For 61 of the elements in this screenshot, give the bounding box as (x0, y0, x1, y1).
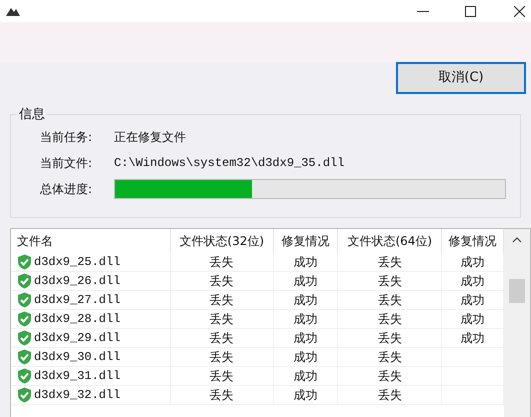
scrollbar[interactable] (504, 229, 530, 417)
file-name: d3dx9_26.dll (34, 273, 120, 290)
column-header[interactable]: 文件名 (11, 229, 170, 253)
status-text: 丢失 (378, 255, 402, 269)
file-name: d3dx9_27.dll (34, 292, 120, 309)
file-name: d3dx9_29.dll (34, 330, 120, 347)
status-text: 丢失 (378, 388, 402, 402)
scroll-thumb[interactable] (509, 279, 526, 303)
status-text: 丢失 (210, 331, 234, 345)
status-text: 丢失 (210, 293, 234, 307)
shield-check-icon (17, 368, 32, 384)
file-name: d3dx9_28.dll (34, 311, 120, 328)
status-text: 成功 (294, 274, 318, 288)
shield-check-icon (17, 254, 32, 270)
status-text: 丢失 (210, 388, 234, 402)
status-text: 成功 (460, 255, 485, 269)
file-name: d3dx9_25.dll (34, 254, 120, 271)
field-label: 总体进度: (40, 181, 94, 198)
status-text: 成功 (294, 369, 318, 383)
status-text: 丢失 (378, 312, 402, 326)
status-text: 成功 (294, 255, 318, 269)
column-header[interactable]: 文件状态(32位) (170, 229, 274, 253)
status-text: 丢失 (210, 274, 234, 288)
shield-check-icon (17, 311, 32, 327)
status-text: 丢失 (210, 369, 234, 383)
column-header[interactable]: 修复情况 (273, 229, 338, 253)
status-text: 丢失 (378, 274, 402, 288)
field-label: 当前任务: (40, 129, 94, 146)
status-text: 成功 (460, 331, 485, 345)
status-text: 成功 (294, 331, 318, 345)
field-value: 正在修复文件 (114, 129, 186, 146)
file-name: d3dx9_30.dll (34, 349, 120, 366)
file-name: d3dx9_31.dll (34, 368, 120, 385)
status-text: 丢失 (378, 350, 402, 364)
status-text: 成功 (460, 274, 485, 288)
status-text: 成功 (294, 293, 318, 307)
maximize-icon[interactable] (465, 6, 476, 16)
status-text: 丢失 (210, 312, 234, 326)
scroll-up-icon[interactable] (512, 237, 522, 243)
shield-check-icon (17, 387, 32, 403)
status-text: 成功 (460, 293, 485, 307)
shield-check-icon (17, 349, 32, 365)
status-text: 成功 (294, 312, 318, 326)
status-text: 成功 (460, 312, 485, 326)
app-icon (6, 6, 20, 16)
status-text: 丢失 (378, 293, 402, 307)
status-text: 丢失 (210, 255, 234, 269)
shield-check-icon (17, 273, 32, 289)
field-value: C:\Windows\system32\d3dx9_35.dll (114, 155, 344, 172)
status-text: 成功 (294, 388, 318, 402)
cancel-button[interactable]: 取消(C) (396, 62, 526, 94)
file-name: d3dx9_32.dll (34, 387, 120, 404)
shield-check-icon (17, 292, 32, 308)
status-text: 成功 (294, 350, 318, 364)
close-icon[interactable] (514, 6, 525, 16)
column-header[interactable]: 文件状态(64位) (338, 229, 442, 253)
shield-check-icon (17, 330, 32, 346)
status-text: 丢失 (378, 369, 402, 383)
status-text: 丢失 (210, 350, 234, 364)
status-text: 丢失 (378, 331, 402, 345)
field-label: 当前文件: (40, 155, 94, 172)
